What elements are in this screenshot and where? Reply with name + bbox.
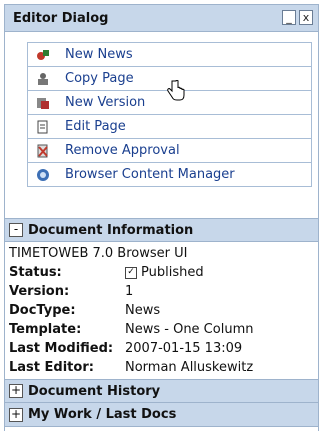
new-news-label: New News: [65, 47, 133, 62]
info-key: Version:: [9, 284, 70, 299]
my-work-header[interactable]: + My Work / Last Docs: [5, 403, 318, 427]
dialog-titlebar: Editor Dialog _ x: [5, 5, 318, 32]
remove-approval-label: Remove Approval: [65, 143, 180, 158]
info-value: News: [125, 303, 161, 318]
info-value: News - One Column: [125, 322, 254, 337]
new-news-icon: [36, 48, 50, 62]
info-key: Last Modified:: [9, 341, 114, 356]
info-key: Last Editor:: [9, 360, 94, 375]
info-row-status: Status: ✓ Published: [9, 263, 314, 282]
info-value: Norman Alluskewitz: [125, 360, 254, 375]
info-value: 1: [125, 284, 134, 299]
published-checkbox-icon: ✓: [125, 266, 137, 279]
info-row-doctype: DocType: News: [9, 301, 314, 320]
info-row-version: Version: 1: [9, 282, 314, 301]
new-version-icon: [36, 96, 50, 110]
collapse-toggle[interactable]: -: [9, 223, 23, 237]
section-title: My Work / Last Docs: [28, 407, 177, 422]
info-row-last-editor: Last Editor: Norman Alluskewitz: [9, 358, 314, 377]
edit-page-icon: [36, 120, 50, 134]
remove-approval-icon: [36, 144, 50, 158]
new-news-button[interactable]: New News: [27, 42, 312, 67]
action-list: New News Copy Page New Version Edit Page…: [5, 32, 318, 218]
section-title: Document Information: [28, 222, 194, 238]
browser-content-manager-icon: [36, 168, 50, 182]
edit-page-button[interactable]: Edit Page: [27, 115, 312, 139]
document-information-panel: TIMETOWEB 7.0 Browser UI Status: ✓ Publis…: [5, 242, 318, 379]
expand-toggle[interactable]: +: [9, 384, 23, 398]
minimize-button[interactable]: _: [282, 10, 296, 25]
new-version-label: New Version: [65, 95, 146, 110]
document-history-header[interactable]: + Document History: [5, 379, 318, 403]
copy-page-icon: [36, 72, 50, 86]
info-key: Template:: [9, 322, 82, 337]
editor-dialog: Editor Dialog _ x New News Copy Page New…: [4, 4, 319, 431]
info-row-template: Template: News - One Column: [9, 320, 314, 339]
dialog-title: Editor Dialog: [13, 10, 109, 26]
remove-approval-button[interactable]: Remove Approval: [27, 139, 312, 163]
hand-cursor-icon: [167, 80, 185, 101]
info-key: DocType:: [9, 303, 76, 318]
browser-content-manager-label: Browser Content Manager: [65, 167, 235, 182]
document-information-header[interactable]: - Document Information: [5, 218, 318, 242]
info-key: Status:: [9, 265, 62, 280]
section-title: Document History: [28, 383, 161, 399]
product-name: TIMETOWEB 7.0 Browser UI: [9, 246, 188, 261]
info-value: ✓ Published: [125, 263, 314, 282]
edit-page-label: Edit Page: [65, 119, 126, 134]
copy-page-label: Copy Page: [65, 71, 134, 86]
close-button[interactable]: x: [299, 10, 313, 25]
status-value: Published: [141, 265, 204, 280]
info-row-last-modified: Last Modified: 2007-01-15 13:09: [9, 339, 314, 358]
browser-content-manager-button[interactable]: Browser Content Manager: [27, 163, 312, 187]
info-value: 2007-01-15 13:09: [125, 341, 243, 356]
expand-toggle[interactable]: +: [9, 407, 23, 422]
